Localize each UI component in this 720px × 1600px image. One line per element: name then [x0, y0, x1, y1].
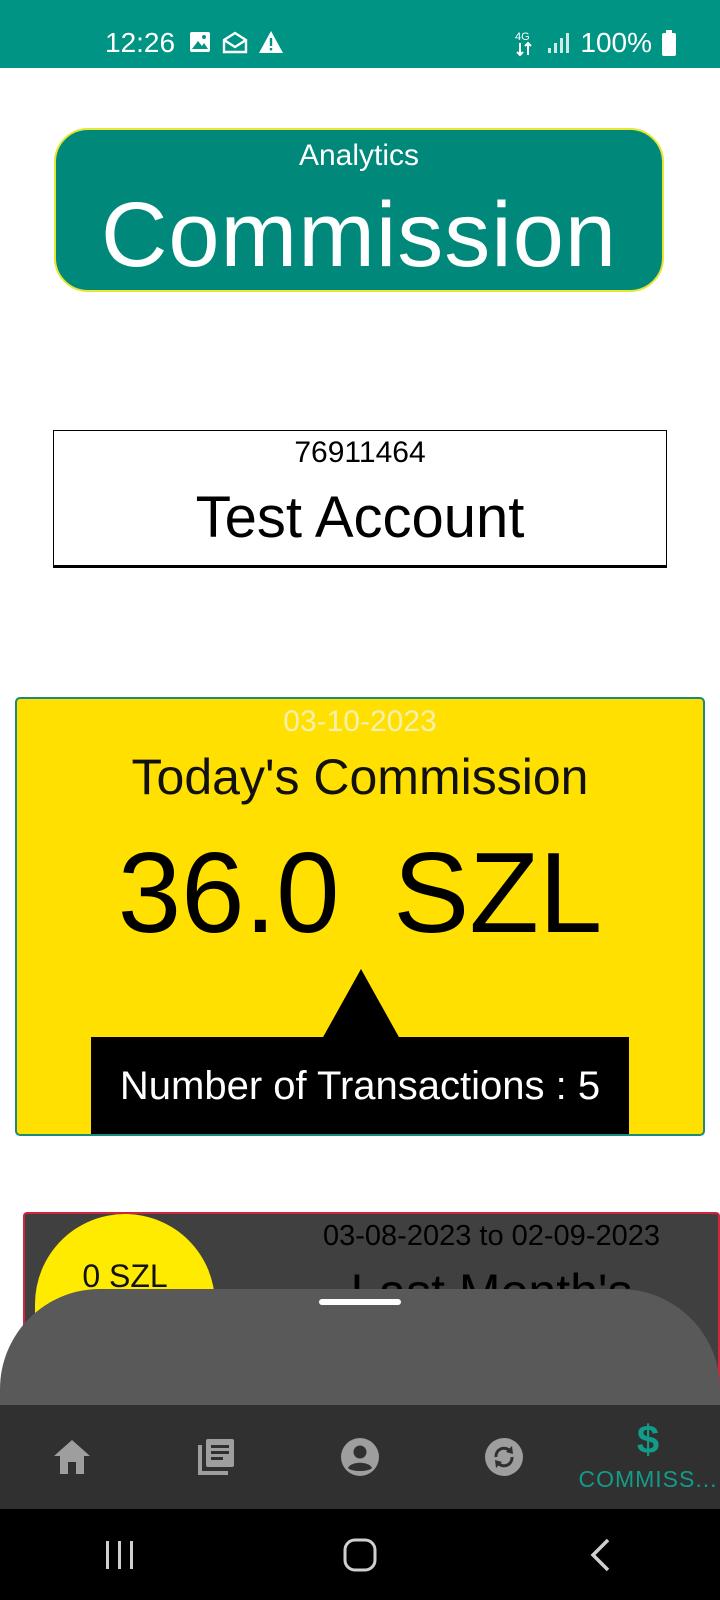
- commission-screen: 12:26 4G 100% Analytics Commission 76911…: [0, 0, 720, 1600]
- nav-item-commission[interactable]: $ COMMISS...: [576, 1405, 720, 1509]
- list-icon: [198, 1439, 234, 1475]
- status-bar: 12:26 4G 100%: [0, 0, 720, 68]
- bottom-navigation: $ COMMISS...: [0, 1405, 720, 1509]
- signal-icon: [548, 33, 570, 53]
- nav-item-list[interactable]: [144, 1405, 288, 1509]
- transactions-tooltip: Number of Transactions : 5: [91, 1037, 629, 1134]
- back-icon: [590, 1538, 610, 1571]
- system-navigation-bar: [0, 1509, 720, 1600]
- back-button[interactable]: [560, 1525, 640, 1585]
- account-icon: [341, 1438, 379, 1476]
- warning-icon: [259, 31, 283, 53]
- home-circle-icon: [343, 1538, 377, 1571]
- account-name: Test Account: [195, 485, 525, 550]
- dollar-icon: $: [636, 1418, 660, 1462]
- nav-item-sync[interactable]: [432, 1405, 576, 1509]
- today-amount: 36.0 SZL: [117, 830, 603, 957]
- notification-icons: [188, 30, 284, 54]
- today-title: Today's Commission: [131, 749, 589, 805]
- today-commission-card[interactable]: 03-10-2023 Today's Commission 36.0 SZL N…: [15, 697, 705, 1136]
- nav-label-commission: COMMISS...: [578, 1466, 718, 1492]
- recents-button[interactable]: [80, 1525, 160, 1585]
- last-month-range: 03-08-2023 to 02-09-2023: [323, 1220, 660, 1252]
- nav-item-home[interactable]: [0, 1405, 144, 1509]
- system-status-icons: 4G 100%: [514, 26, 676, 60]
- status-time: 12:26: [105, 27, 176, 58]
- nav-item-account[interactable]: [288, 1405, 432, 1509]
- header-card: Analytics Commission: [54, 128, 664, 292]
- today-date: 03-10-2023: [283, 705, 437, 738]
- battery-percent: 100%: [580, 27, 652, 58]
- svg-text:4G: 4G: [515, 31, 530, 43]
- mail-icon: [222, 31, 248, 54]
- sync-icon: [485, 1438, 523, 1476]
- bottom-sheet-handle[interactable]: [319, 1299, 401, 1305]
- data-arrows-icon: 4G: [515, 31, 533, 57]
- page-title: Commission: [100, 184, 618, 286]
- home-button[interactable]: [320, 1525, 400, 1585]
- home-icon: [54, 1440, 90, 1474]
- account-number: 76911464: [294, 436, 426, 469]
- image-icon: [190, 32, 210, 52]
- tooltip-arrow: [322, 969, 400, 1039]
- account-box: 76911464 Test Account: [53, 430, 667, 568]
- battery-icon: [662, 30, 676, 56]
- recents-icon: [106, 1540, 133, 1569]
- header-subtitle: Analytics: [298, 139, 420, 172]
